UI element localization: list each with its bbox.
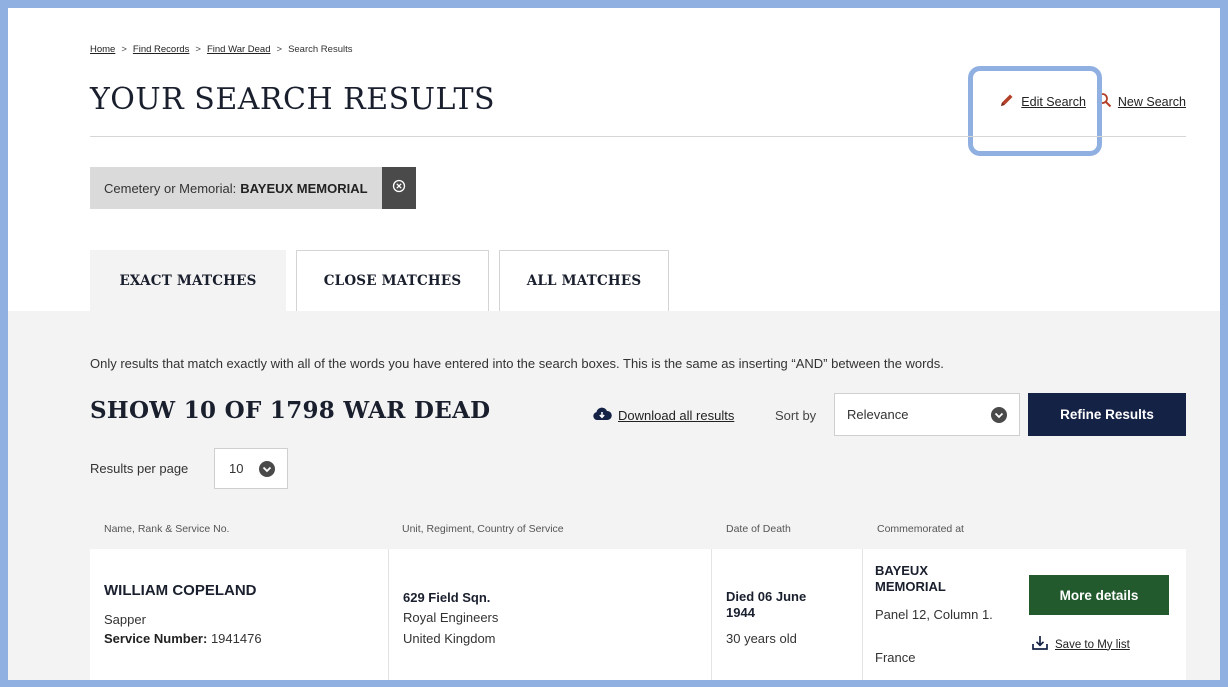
search-icon	[1096, 92, 1112, 111]
search-actions: Edit Search New Search	[999, 92, 1186, 111]
date-cell: Died 06 June 1944 30 years old	[712, 549, 863, 680]
save-to-list: Save to My list	[1031, 635, 1130, 654]
edit-search-label: Edit Search	[1021, 94, 1086, 109]
filter-field: Cemetery or Memorial:	[104, 180, 237, 196]
results-panel: Only results that match exactly with all…	[8, 311, 1220, 680]
casualty-rank: Sapper	[104, 612, 146, 627]
edit-search-link[interactable]: Edit Search	[999, 92, 1086, 111]
results-per-page-label: Results per page	[90, 461, 189, 476]
highlight-box	[968, 66, 1102, 156]
age-at-death: 30 years old	[726, 631, 797, 646]
breadcrumb-find-records[interactable]: Find Records	[133, 44, 190, 55]
filter-value: BAYEUX MEMORIAL	[240, 180, 368, 196]
match-description: Only results that match exactly with all…	[90, 356, 944, 371]
tab-close-matches[interactable]: CLOSE MATCHES	[296, 250, 489, 311]
results-per-page-select[interactable]: 10	[214, 448, 288, 489]
breadcrumb-separator: >	[195, 44, 201, 55]
memorial-panel: Panel 12, Column 1.	[875, 607, 993, 622]
breadcrumb-find-war-dead[interactable]: Find War Dead	[207, 44, 271, 55]
breadcrumb-home[interactable]: Home	[90, 44, 115, 55]
breadcrumb-current: Search Results	[288, 44, 353, 55]
service-number-value: 1941476	[210, 631, 262, 646]
sort-value: Relevance	[847, 407, 909, 422]
memorial-country: France	[875, 650, 916, 665]
download-all: Download all results	[592, 407, 734, 424]
service-number: Service Number: 1941476	[104, 631, 262, 646]
remove-filter-button[interactable]	[381, 167, 416, 209]
date-of-death: Died 06 June 1944	[726, 589, 807, 620]
new-search-link[interactable]: New Search	[1096, 92, 1186, 111]
divider	[90, 136, 1186, 137]
browser-frame: Home > Find Records > Find War Dead > Se…	[8, 8, 1220, 680]
cloud-download-icon	[592, 407, 612, 424]
new-search-label: New Search	[1117, 94, 1186, 109]
save-to-my-list-link[interactable]: Save to My list	[1055, 639, 1130, 651]
pencil-icon	[999, 92, 1015, 111]
results-per-page-value: 10	[229, 461, 244, 476]
page-title: YOUR SEARCH RESULTS	[90, 82, 496, 117]
commemorated-cell: BAYEUX MEMORIAL Panel 12, Column 1. Fran…	[863, 549, 1186, 680]
column-header-date: Date of Death	[726, 523, 791, 535]
breadcrumb: Home > Find Records > Find War Dead > Se…	[90, 44, 352, 55]
unit-name: 629 Field Sqn.	[403, 590, 491, 605]
sort-by-label: Sort by	[775, 408, 817, 423]
chevron-down-icon	[259, 461, 275, 480]
column-header-unit: Unit, Regiment, Country of Service	[402, 523, 564, 535]
download-icon	[1031, 635, 1049, 654]
table-row: WILLIAM COPELAND Sapper Service Number: …	[90, 549, 1186, 680]
breadcrumb-separator: >	[121, 44, 127, 55]
column-header-name: Name, Rank & Service No.	[104, 523, 230, 535]
filter-chip-label: Cemetery or Memorial: BAYEUX MEMORIAL	[90, 167, 382, 209]
breadcrumb-separator: >	[276, 44, 283, 55]
close-circle-icon	[392, 179, 406, 198]
chevron-down-icon	[991, 407, 1007, 426]
refine-results-button[interactable]: Refine Results	[1028, 393, 1186, 436]
column-header-commemorated: Commemorated at	[877, 523, 964, 535]
download-all-link[interactable]: Download all results	[618, 408, 734, 423]
memorial-name: BAYEUX MEMORIAL	[875, 563, 946, 594]
name-cell: WILLIAM COPELAND Sapper Service Number: …	[90, 549, 389, 680]
results-heading: SHOW 10 OF 1798 WAR DEAD	[90, 397, 491, 424]
country-of-service: United Kingdom	[403, 631, 496, 646]
sort-select[interactable]: Relevance	[834, 393, 1020, 436]
more-details-button[interactable]: More details	[1029, 575, 1169, 615]
service-number-label: Service Number:	[104, 631, 208, 646]
tab-all-matches[interactable]: ALL MATCHES	[499, 250, 669, 311]
tab-exact-matches[interactable]: EXACT MATCHES	[90, 250, 286, 311]
casualty-name: WILLIAM COPELAND	[104, 582, 257, 599]
match-tabs: EXACT MATCHES CLOSE MATCHES ALL MATCHES	[90, 250, 669, 311]
filter-chip: Cemetery or Memorial: BAYEUX MEMORIAL	[90, 167, 416, 209]
regiment: Royal Engineers	[403, 610, 499, 625]
unit-cell: 629 Field Sqn. Royal Engineers United Ki…	[389, 549, 712, 680]
